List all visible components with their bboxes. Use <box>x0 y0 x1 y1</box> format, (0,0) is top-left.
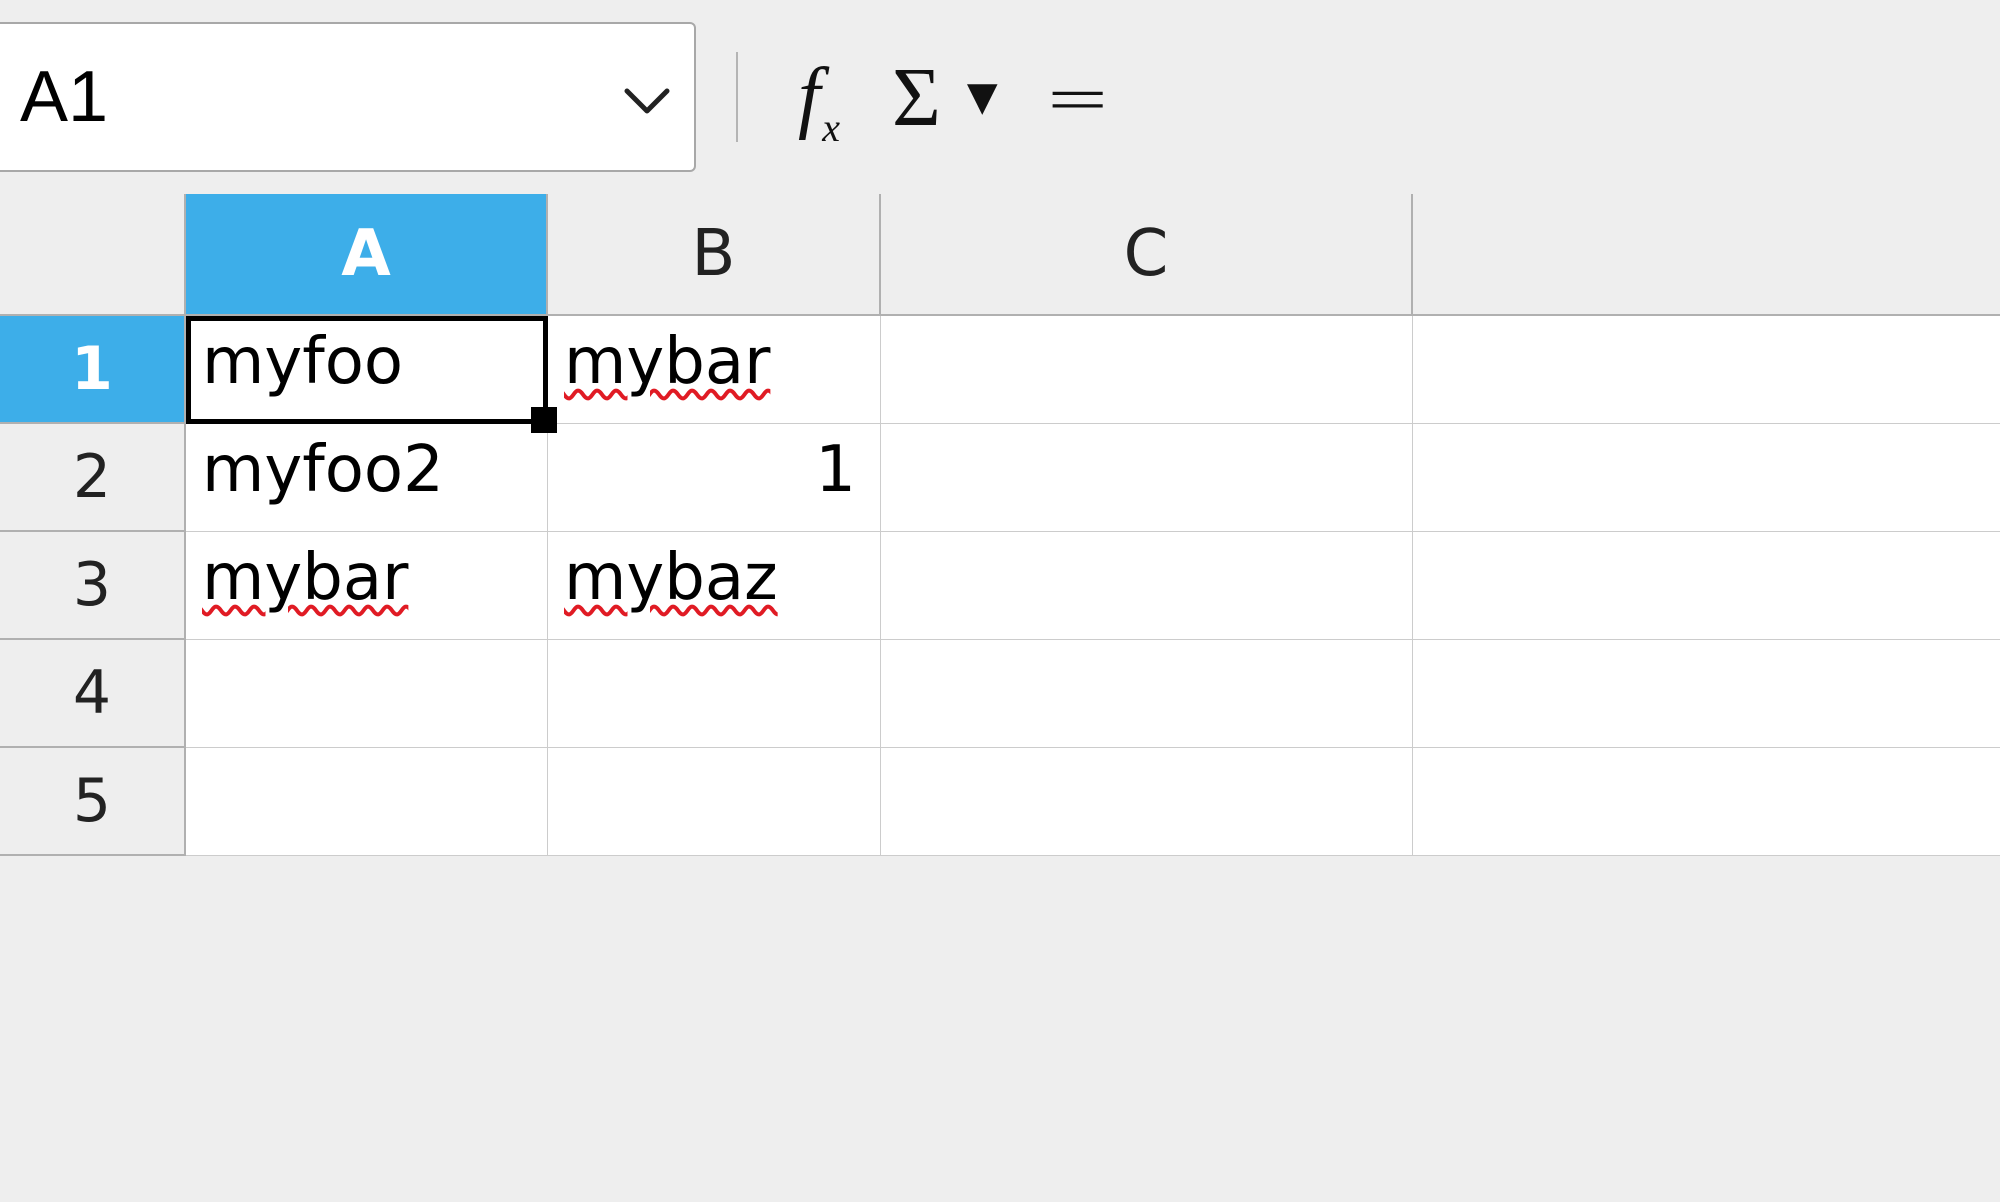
cell-A4[interactable] <box>186 640 548 748</box>
table-row: 3 mybar mybaz <box>0 532 2000 640</box>
equals-icon: = <box>1044 51 1111 144</box>
row-header-2[interactable]: 2 <box>0 424 186 532</box>
cell-B4[interactable] <box>548 640 881 748</box>
column-headers: A B C <box>0 194 2000 316</box>
cell-text: myfoo <box>202 325 403 399</box>
cell-C3[interactable] <box>881 532 1413 640</box>
cell-C2[interactable] <box>881 424 1413 532</box>
cell-B1[interactable]: mybar <box>548 316 881 424</box>
cell-A1[interactable]: myfoo <box>186 316 548 424</box>
toolbar-separator <box>736 52 738 142</box>
cell-text: mybar <box>564 325 770 399</box>
cell-A2[interactable]: myfoo2 <box>186 424 548 532</box>
spreadsheet-grid[interactable]: A B C 1 myfoo mybar 2 myfoo2 1 3 mybar m… <box>0 194 2000 856</box>
cell-rest[interactable] <box>1413 424 2000 532</box>
formula-equals-button[interactable]: = <box>1028 47 1128 147</box>
table-row: 1 myfoo mybar <box>0 316 2000 424</box>
formula-bar: fx Σ ▼ = <box>0 0 2000 194</box>
name-box-input[interactable] <box>18 55 624 139</box>
column-header-A[interactable]: A <box>186 194 548 316</box>
column-header-rest <box>1413 194 2000 316</box>
dropdown-caret-icon: ▼ <box>967 74 1004 120</box>
fx-icon: f <box>798 53 820 141</box>
cell-B3[interactable]: mybaz <box>548 532 881 640</box>
sum-button[interactable]: Σ ▼ <box>892 47 1004 147</box>
cell-text: mybar <box>202 541 408 615</box>
name-box[interactable] <box>0 22 696 172</box>
row-header-4[interactable]: 4 <box>0 640 186 748</box>
row-header-1[interactable]: 1 <box>0 316 186 424</box>
cell-C5[interactable] <box>881 748 1413 856</box>
cell-C4[interactable] <box>881 640 1413 748</box>
cell-B5[interactable] <box>548 748 881 856</box>
cell-rest[interactable] <box>1413 748 2000 856</box>
cell-rest[interactable] <box>1413 640 2000 748</box>
table-row: 2 myfoo2 1 <box>0 424 2000 532</box>
cell-text: 1 <box>815 433 856 507</box>
cell-text: myfoo2 <box>202 433 444 507</box>
cell-text: mybaz <box>564 541 778 615</box>
cell-rest[interactable] <box>1413 532 2000 640</box>
column-header-B[interactable]: B <box>548 194 881 316</box>
select-all-corner[interactable] <box>0 194 186 316</box>
cell-B2[interactable]: 1 <box>548 424 881 532</box>
row-header-3[interactable]: 3 <box>0 532 186 640</box>
chevron-down-icon[interactable] <box>624 65 670 130</box>
cell-A3[interactable]: mybar <box>186 532 548 640</box>
column-header-C[interactable]: C <box>881 194 1413 316</box>
cell-C1[interactable] <box>881 316 1413 424</box>
cell-rest[interactable] <box>1413 316 2000 424</box>
row-header-5[interactable]: 5 <box>0 748 186 856</box>
function-wizard-button[interactable]: fx <box>768 47 868 147</box>
cell-A5[interactable] <box>186 748 548 856</box>
sigma-icon: Σ <box>892 49 947 146</box>
fx-sub-icon: x <box>822 105 840 150</box>
table-row: 5 <box>0 748 2000 856</box>
table-row: 4 <box>0 640 2000 748</box>
